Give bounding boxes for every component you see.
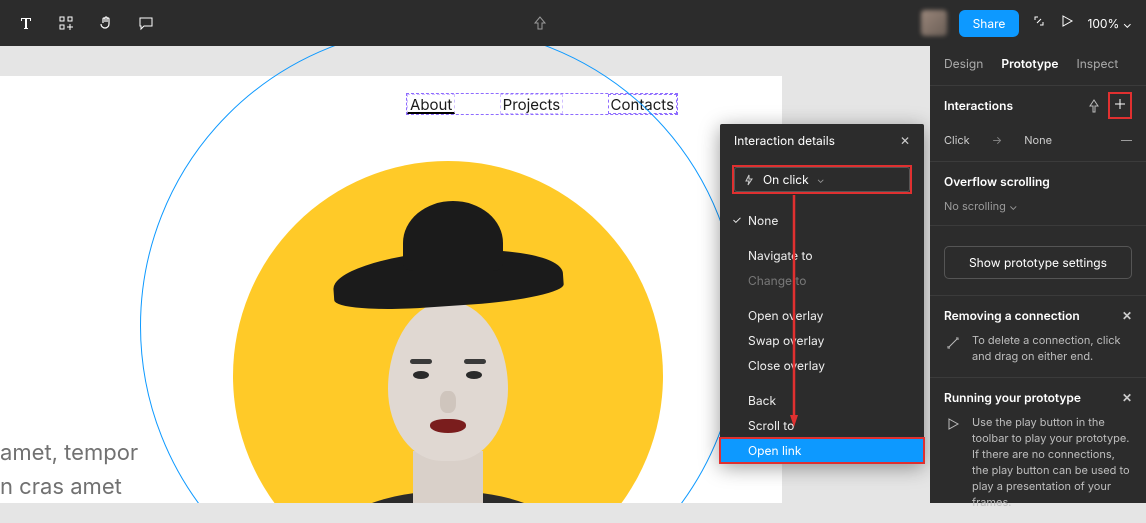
action-navigate-to[interactable]: Navigate to	[728, 243, 916, 268]
overflow-value: No scrolling	[944, 199, 1006, 213]
prototype-settings-section: Show prototype settings	[930, 226, 1146, 295]
interactions-title: Interactions	[944, 98, 1013, 113]
trigger-label: On click	[763, 172, 809, 187]
add-interaction-highlight	[1108, 92, 1132, 119]
chevron-down-icon: ⌄	[817, 174, 825, 186]
overflow-value-dropdown[interactable]: No scrolling ⌄	[944, 199, 1132, 213]
interaction-row[interactable]: Click → None —	[930, 129, 1146, 161]
interaction-details-popup[interactable]: Interaction details ✕ On click ⌄ None Na…	[720, 124, 924, 463]
overflow-title: Overflow scrolling	[944, 174, 1132, 189]
remove-interaction-icon[interactable]: —	[1121, 133, 1132, 147]
close-icon[interactable]: ✕	[1122, 308, 1132, 323]
interactions-header: Interactions	[930, 86, 1146, 129]
disconnect-icon	[944, 335, 962, 351]
hint-text: Use the play button in the toolbar to pl…	[972, 415, 1132, 511]
hand-tool[interactable]	[88, 5, 124, 41]
popup-title: Interaction details	[734, 133, 835, 148]
top-toolbar: Share 100% ⌄	[0, 0, 1146, 46]
frame[interactable]: About Projects Contacts amet, tempor n c…	[0, 76, 782, 503]
text-tool[interactable]	[8, 5, 44, 41]
person-illustration	[293, 171, 603, 503]
reset-interactions-icon[interactable]	[1086, 98, 1102, 114]
trigger-dropdown[interactable]: On click ⌄	[734, 167, 910, 192]
zoom-label: 100%	[1087, 16, 1119, 31]
close-icon[interactable]: ✕	[900, 133, 910, 148]
nav-contacts[interactable]: Contacts	[608, 94, 677, 114]
nav-projects[interactable]: Projects	[500, 94, 564, 114]
present-icon[interactable]	[1059, 13, 1075, 33]
hint-title: Running your prototype	[944, 390, 1081, 405]
view-link-icon[interactable]	[1031, 13, 1047, 33]
resources-tool[interactable]	[48, 5, 84, 41]
nav-about[interactable]: About	[407, 94, 455, 114]
nav-group[interactable]: About Projects Contacts	[406, 93, 678, 115]
action-back[interactable]: Back	[728, 388, 916, 413]
arrow-right-icon: →	[992, 133, 1003, 147]
body-line: amet, tempor	[0, 436, 138, 470]
action-open-link[interactable]: Open link	[720, 438, 924, 463]
interaction-trigger: Click	[944, 133, 970, 147]
hint-title: Removing a connection	[944, 308, 1080, 323]
action-none[interactable]: None	[728, 208, 916, 233]
tab-prototype[interactable]: Prototype	[1001, 56, 1058, 71]
zoom-level[interactable]: 100% ⌄	[1087, 16, 1132, 31]
close-icon[interactable]: ✕	[1122, 390, 1132, 405]
avatar[interactable]	[921, 10, 947, 36]
chevron-down-icon: ⌄	[1123, 16, 1132, 31]
action-change-to: Change to	[728, 268, 916, 293]
action-close-overlay[interactable]: Close overlay	[728, 353, 916, 378]
right-sidebar: Design Prototype Inspect Interactions Cl…	[930, 46, 1146, 503]
show-prototype-settings-button[interactable]: Show prototype settings	[944, 246, 1132, 279]
action-open-overlay[interactable]: Open overlay	[728, 303, 916, 328]
removing-connection-hint: Removing a connection ✕ To delete a conn…	[930, 296, 1146, 377]
action-dropdown-list: None Navigate to Change to Open overlay …	[720, 198, 924, 463]
play-icon	[944, 417, 962, 431]
sidebar-tabs: Design Prototype Inspect	[930, 46, 1146, 85]
body-text: amet, tempor n cras amet risus	[0, 436, 138, 503]
action-scroll-to[interactable]: Scroll to	[728, 413, 916, 438]
overflow-section: Overflow scrolling No scrolling ⌄	[930, 162, 1146, 225]
chevron-down-icon: ⌄	[1009, 199, 1018, 213]
comment-tool[interactable]	[128, 5, 164, 41]
share-button[interactable]: Share	[959, 10, 1020, 37]
reset-icon[interactable]	[522, 5, 558, 41]
tab-design[interactable]: Design	[944, 56, 983, 71]
hint-text: To delete a connection, click and drag o…	[972, 333, 1132, 365]
body-line: n cras amet	[0, 470, 138, 503]
action-swap-overlay[interactable]: Swap overlay	[728, 328, 916, 353]
running-prototype-hint: Running your prototype ✕ Use the play bu…	[930, 378, 1146, 523]
hero-circle	[233, 161, 663, 503]
trigger-highlight-box: On click ⌄	[732, 165, 912, 194]
tab-inspect[interactable]: Inspect	[1076, 56, 1118, 71]
interaction-action: None	[1024, 133, 1052, 147]
lightning-icon	[743, 174, 755, 186]
add-interaction-icon[interactable]	[1112, 96, 1128, 112]
